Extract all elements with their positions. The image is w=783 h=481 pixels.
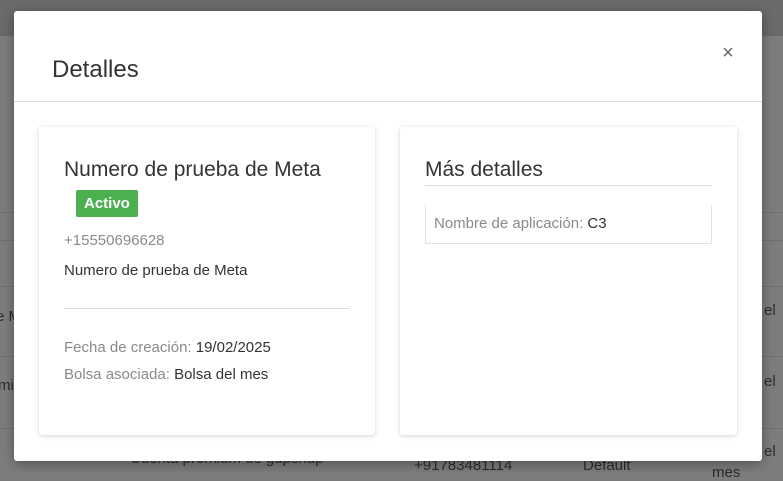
creation-date-value: 19/02/2025 xyxy=(195,339,271,356)
app-name-row: Nombre de aplicación: C3 xyxy=(434,215,607,232)
background-cell: el xyxy=(764,373,776,390)
number-description: Numero de prueba de Meta xyxy=(64,262,248,279)
number-card: Numero de prueba de Meta Activo +1555069… xyxy=(39,127,375,435)
more-details-card: Más detalles Nombre de aplicación: C3 xyxy=(400,127,737,435)
card-divider xyxy=(64,308,350,309)
close-icon: × xyxy=(722,41,734,64)
app-name-value: C3 xyxy=(587,215,607,232)
close-button[interactable]: × xyxy=(714,39,742,67)
app-name-label: Nombre de aplicación: xyxy=(434,215,584,232)
details-modal: Detalles × Numero de prueba de Meta Acti… xyxy=(14,11,762,461)
status-badge: Activo xyxy=(76,190,138,217)
associated-bag-value: Bolsa del mes xyxy=(174,366,269,383)
background-cell: mi xyxy=(0,377,14,394)
creation-date-label: Fecha de creación: xyxy=(64,339,192,356)
section-divider xyxy=(425,185,712,186)
modal-header: Detalles × xyxy=(14,11,762,102)
phone-number: +15550696628 xyxy=(64,232,165,249)
background-cell: el xyxy=(764,302,776,319)
background-cell: el xyxy=(764,443,776,460)
number-name: Numero de prueba de Meta xyxy=(64,158,321,181)
background-cell: mes xyxy=(712,464,741,481)
associated-bag-row: Bolsa asociada: Bolsa del mes xyxy=(64,366,268,383)
associated-bag-label: Bolsa asociada: xyxy=(64,366,170,383)
creation-date-row: Fecha de creación: 19/02/2025 xyxy=(64,339,271,356)
modal-title: Detalles xyxy=(52,56,139,83)
app-info-box: Nombre de aplicación: C3 xyxy=(425,205,712,244)
more-details-title: Más detalles xyxy=(425,158,543,181)
